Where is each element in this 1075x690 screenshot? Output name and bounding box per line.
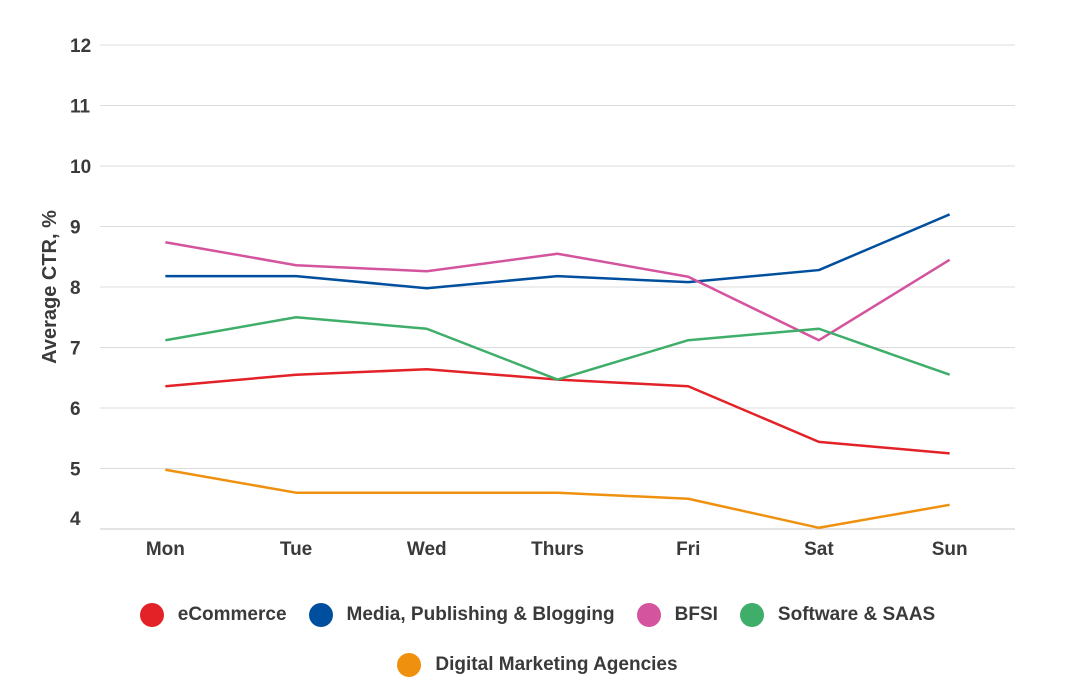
series-lines <box>165 213 951 530</box>
legend-label: Software & SAAS <box>777 604 936 625</box>
y-axis-label: Average CTR, % <box>39 210 61 364</box>
y-tick-label: 6 <box>70 399 81 420</box>
series-line-software-saas <box>165 316 951 381</box>
legend-label: Digital Marketing Agencies <box>435 654 678 675</box>
x-axis-ticks: Mon Tue Wed Thurs Fri Sat Sun <box>146 539 968 560</box>
legend-marker-icon <box>397 653 422 677</box>
legend-item[interactable]: Media, Publishing & Blogging <box>308 603 615 627</box>
x-tick-label: Fri <box>676 539 700 560</box>
y-tick-label: 5 <box>70 460 81 481</box>
y-tick-label: 10 <box>70 157 91 178</box>
y-tick-label: 8 <box>70 278 81 299</box>
legend-marker-icon <box>739 603 764 627</box>
legend-item[interactable]: eCommerce <box>139 603 287 627</box>
legend-label: Media, Publishing & Blogging <box>346 604 615 625</box>
x-tick-label: Wed <box>407 539 447 560</box>
legend: eCommerce Media, Publishing & Blogging BFS… <box>0 590 1075 690</box>
y-tick-label: 9 <box>70 218 81 239</box>
line-chart: 4 5 6 7 8 9 10 11 12 Mon Tue Wed Thurs Fri Sat Sun Ave… <box>39 36 1015 560</box>
legend-item[interactable]: Software & SAAS <box>739 603 936 627</box>
legend-marker-icon <box>308 603 333 627</box>
y-tick-label: 4 <box>70 509 81 530</box>
series-line-bfsi <box>165 240 951 342</box>
series-line-media-publishing-blogging <box>165 213 951 290</box>
legend-item[interactable]: BFSI <box>636 603 718 627</box>
series-line-ecommerce <box>165 368 950 455</box>
x-tick-label: Mon <box>146 539 185 560</box>
x-tick-label: Sun <box>932 539 968 560</box>
x-tick-label: Tue <box>280 539 312 560</box>
x-tick-label: Sat <box>804 539 834 560</box>
y-tick-label: 7 <box>70 339 81 360</box>
legend-label: BFSI <box>674 604 718 625</box>
x-tick-label: Thurs <box>531 539 584 560</box>
y-tick-label: 12 <box>70 36 91 57</box>
legend-item[interactable]: Digital Marketing Agencies <box>397 653 678 677</box>
legend-marker-icon <box>139 603 164 627</box>
legend-label: eCommerce <box>177 604 287 625</box>
legend-row: eCommerce Media, Publishing & Blogging BFS… <box>0 590 1075 640</box>
legend-row: Digital Marketing Agencies <box>0 640 1075 690</box>
y-tick-label: 11 <box>70 97 91 118</box>
gridlines <box>100 44 1015 530</box>
y-axis-ticks: 4 5 6 7 8 9 10 11 12 <box>70 36 91 530</box>
legend-marker-icon <box>636 603 661 627</box>
series-line-digital-marketing-agencies <box>165 468 950 530</box>
